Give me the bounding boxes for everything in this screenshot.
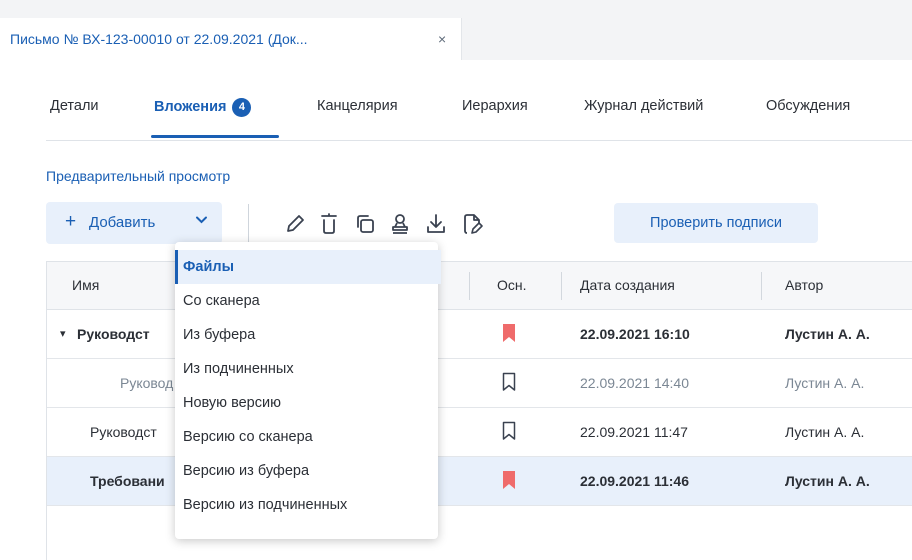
menu-item-label: Версию из буфера [183,463,310,479]
row-name: Требовани [90,473,165,489]
check-signatures-button[interactable]: Проверить подписи [614,203,818,243]
section-tabs: Детали Вложения 4 Канцелярия Иерархия Жур… [46,88,912,141]
menu-item-label: Файлы [183,259,234,275]
column-main[interactable]: Осн. [497,277,527,293]
toolbar-divider [248,204,249,242]
copy-icon[interactable] [351,210,379,238]
bookmark-filled-icon[interactable] [502,470,516,490]
edit-file-icon[interactable] [458,210,486,238]
menu-item-new-version[interactable]: Новую версию [175,386,438,420]
column-divider [761,272,762,300]
bookmark-filled-icon[interactable] [502,323,516,343]
active-tab-indicator [151,135,279,138]
menu-item-from-scanner[interactable]: Со сканера [175,284,438,318]
column-divider [469,272,470,300]
row-name: Руководст [77,326,150,342]
row-name: Руководст [90,424,157,440]
document-tab-title: Письмо № ВХ-123-00010 от 22.09.2021 (Док… [10,31,308,47]
column-date[interactable]: Дата создания [580,277,675,293]
tab-hierarchy[interactable]: Иерархия [462,98,528,114]
row-date: 22.09.2021 16:10 [580,326,690,342]
row-date: 22.09.2021 14:40 [580,375,689,391]
document-tab-bar: Письмо № ВХ-123-00010 от 22.09.2021 (Док… [0,0,912,60]
menu-item-version-from-scanner[interactable]: Версию со сканера [175,420,438,454]
row-date: 22.09.2021 11:46 [580,473,689,489]
menu-item-label: Версию со сканера [183,429,313,445]
menu-item-label: Из подчиненных [183,361,294,377]
plus-icon: + [65,211,77,232]
bookmark-outline-icon[interactable] [502,372,516,392]
row-date: 22.09.2021 11:47 [580,424,688,440]
menu-item-version-from-subordinates[interactable]: Версию из подчиненных [175,488,438,522]
row-author: Лустин А. А. [785,473,870,489]
download-icon[interactable] [422,210,450,238]
row-author: Лустин А. А. [785,326,870,342]
tab-discussions[interactable]: Обсуждения [766,98,850,114]
row-author: Лустин А. А. [785,424,865,440]
add-button-label: Добавить [89,214,156,231]
document-tab[interactable]: Письмо № ВХ-123-00010 от 22.09.2021 (Док… [0,18,462,60]
add-button[interactable]: + Добавить [46,202,222,244]
tab-attachments[interactable]: Вложения 4 [154,98,252,117]
menu-item-from-clipboard[interactable]: Из буфера [175,318,438,352]
row-author: Лустин А. А. [785,375,865,391]
edit-icon[interactable] [281,210,309,238]
menu-item-version-from-clipboard[interactable]: Версию из буфера [175,454,438,488]
column-divider [561,272,562,300]
menu-item-label: Со сканера [183,293,260,309]
tab-chancellery[interactable]: Канцелярия [317,98,398,114]
preview-link[interactable]: Предварительный просмотр [46,168,230,184]
sign-icon[interactable] [386,210,414,238]
bookmark-outline-icon[interactable] [502,421,516,441]
chevron-down-icon [195,213,208,229]
menu-item-label: Из буфера [183,327,256,343]
delete-icon[interactable] [315,210,343,238]
attachments-count-badge: 4 [232,98,252,117]
row-name: Руковод [120,375,174,391]
tab-attachments-label: Вложения [154,99,227,115]
menu-item-label: Версию из подчиненных [183,497,348,513]
menu-item-from-subordinates[interactable]: Из подчиненных [175,352,438,386]
column-name[interactable]: Имя [72,277,99,293]
menu-item-files[interactable]: Файлы [175,250,441,284]
add-dropdown-menu: Файлы Со сканера Из буфера Из подчиненны… [175,242,441,539]
column-author[interactable]: Автор [785,277,823,293]
tab-action-log[interactable]: Журнал действий [584,98,703,114]
tab-details[interactable]: Детали [50,98,99,114]
close-tab-icon[interactable]: × [438,31,446,47]
menu-item-label: Новую версию [183,395,281,411]
expand-icon[interactable]: ▾ [60,327,66,340]
